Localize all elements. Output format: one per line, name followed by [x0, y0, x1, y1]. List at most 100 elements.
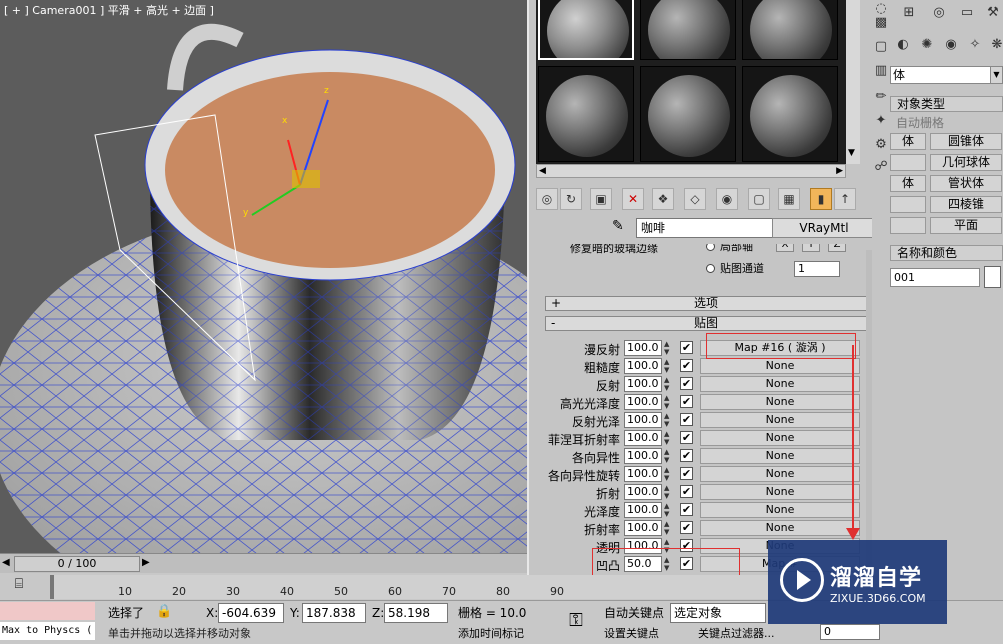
timeline-prev-icon[interactable]: ◀ — [2, 557, 10, 568]
map-amount-input[interactable]: 100.0 — [624, 358, 662, 374]
dropdown-arrow-icon[interactable]: ▼ — [990, 66, 1003, 84]
put-to-library-icon[interactable]: ◉ — [716, 188, 738, 210]
object-type-button-right[interactable]: 四棱锥 — [930, 196, 1002, 213]
shapes-icon[interactable]: ◐ — [894, 36, 912, 54]
object-type-button-right[interactable]: 管状体 — [930, 175, 1002, 192]
object-type-button-right[interactable]: 几何球体 — [930, 154, 1002, 171]
slots-vertical-scrollbar[interactable]: ▼ — [846, 0, 860, 164]
spinner-icon[interactable]: ▲ ▼ — [664, 358, 672, 374]
panel-icon-5[interactable]: ✏ — [872, 88, 890, 106]
object-type-button-right[interactable]: 平面 — [930, 217, 1002, 234]
create-icon[interactable]: ⊞ — [900, 4, 918, 22]
map-slot-button[interactable]: None — [700, 448, 860, 464]
make-unique-icon[interactable]: ◇ — [684, 188, 706, 210]
material-slot-5[interactable] — [640, 66, 736, 162]
map-enable-checkbox[interactable]: ✔ — [680, 449, 693, 462]
add-time-tag-button[interactable]: 添加时间标记 — [458, 624, 524, 644]
panel-icon-3[interactable]: ▢ — [872, 38, 890, 56]
set-key-button[interactable]: 设置关键点 — [604, 624, 659, 644]
show-map-icon[interactable]: ▦ — [778, 188, 800, 210]
map-amount-input[interactable]: 100.0 — [624, 394, 662, 410]
map-slot-button[interactable]: None — [700, 376, 860, 392]
axis-y-button[interactable]: Y — [802, 244, 820, 252]
material-type-button[interactable]: VRayMtl — [772, 218, 876, 238]
map-enable-checkbox[interactable]: ✔ — [680, 521, 693, 534]
go-to-parent-icon[interactable]: ↑ — [834, 188, 856, 210]
map-enable-checkbox[interactable]: ✔ — [680, 377, 693, 390]
z-coordinate-input[interactable]: 58.198 — [384, 603, 448, 623]
spinner-icon[interactable]: ▲ ▼ — [664, 484, 672, 500]
auto-key-button[interactable]: 自动关键点 — [604, 603, 664, 623]
map-amount-input[interactable]: 100.0 — [624, 502, 662, 518]
reset-map-icon[interactable]: ✕ — [622, 188, 644, 210]
key-filters-button[interactable]: 关键点过滤器... — [698, 624, 775, 644]
get-material-icon[interactable]: ◎ — [536, 188, 558, 210]
map-slot-button[interactable]: None — [700, 520, 860, 536]
script-listener-pink[interactable] — [0, 602, 95, 620]
map-amount-input[interactable]: 100.0 — [624, 484, 662, 500]
axis-x-button[interactable]: X — [776, 244, 794, 252]
systems-icon[interactable]: ❋ — [988, 36, 1003, 54]
hierarchy-icon[interactable]: ◎ — [930, 4, 948, 22]
object-type-header[interactable]: 对象类型 — [890, 96, 1003, 112]
time-cursor[interactable] — [50, 575, 54, 599]
selection-set-dropdown[interactable]: 选定对象 — [670, 603, 766, 623]
scroll-right-icon[interactable]: ▶ — [836, 165, 843, 177]
spinner-icon[interactable]: ▲ ▼ — [664, 520, 672, 536]
object-type-button-left[interactable] — [890, 217, 926, 234]
map-slot-button[interactable]: None — [700, 358, 860, 374]
map-slot-button[interactable]: None — [700, 430, 860, 446]
material-slot-6[interactable] — [742, 66, 838, 162]
map-enable-checkbox[interactable]: ✔ — [680, 431, 693, 444]
object-type-button-left[interactable]: 体 — [890, 175, 926, 192]
lock-selection-icon[interactable]: 🔒 — [156, 604, 172, 619]
timeline-ruler[interactable]: 10 20 30 40 50 60 70 80 90 — [50, 575, 780, 599]
utilities-icon[interactable]: ⚒ — [984, 4, 1002, 22]
spinner-icon[interactable]: ▲ ▼ — [664, 376, 672, 392]
object-type-button-left[interactable]: 体 — [890, 133, 926, 150]
put-to-scene-icon[interactable]: ↻ — [560, 188, 582, 210]
map-enable-checkbox[interactable]: ✔ — [680, 503, 693, 516]
radio-local-axis[interactable] — [706, 244, 715, 251]
assign-material-icon[interactable]: ▣ — [590, 188, 612, 210]
spinner-icon[interactable]: ▲ ▼ — [664, 394, 672, 410]
auto-grid-label[interactable]: 自动栅格 — [896, 114, 944, 131]
map-amount-input[interactable]: 100.0 — [624, 520, 662, 536]
material-slot-2[interactable] — [640, 0, 736, 60]
axis-z-button[interactable]: Z — [828, 244, 846, 252]
map-enable-checkbox[interactable]: ✔ — [680, 413, 693, 426]
helpers-icon[interactable]: ✧ — [966, 36, 984, 54]
panel-icon-8[interactable]: ☍ — [872, 158, 890, 176]
rollout-maps-header[interactable]: - 贴图 — [545, 316, 866, 331]
category-dropdown[interactable]: 体 — [890, 66, 998, 84]
material-id-icon[interactable]: ▢ — [748, 188, 770, 210]
map-enable-checkbox[interactable]: ✔ — [680, 341, 693, 354]
map-amount-input[interactable]: 100.0 — [624, 466, 662, 482]
current-frame-input[interactable]: 0 — [820, 624, 880, 640]
rollout-options-header[interactable]: + 选项 — [545, 296, 866, 311]
panel-icon-4[interactable]: ▥ — [872, 62, 890, 80]
map-amount-input[interactable]: 100.0 — [624, 376, 662, 392]
panel-icon-6[interactable]: ✦ — [872, 112, 890, 130]
spinner-icon[interactable]: ▲ ▼ — [664, 448, 672, 464]
spinner-icon[interactable]: ▲ ▼ — [664, 466, 672, 482]
display-icon[interactable]: ▭ — [958, 4, 976, 22]
spinner-icon[interactable]: ▲ ▼ — [664, 340, 672, 356]
key-icon[interactable]: ⚿ — [556, 604, 596, 638]
name-color-header[interactable]: 名称和颜色 — [890, 245, 1003, 261]
panel-icon-2[interactable]: ▩ — [872, 14, 890, 32]
spinner-icon[interactable]: ▲ ▼ — [664, 502, 672, 518]
map-enable-checkbox[interactable]: ✔ — [680, 467, 693, 480]
map-amount-input[interactable]: 100.0 — [624, 448, 662, 464]
script-listener-white[interactable]: Max to Physcs ( — [0, 622, 95, 640]
slots-horizontal-scrollbar[interactable]: ◀ ▶ — [536, 164, 846, 178]
pick-material-icon[interactable]: ✎ — [612, 218, 624, 234]
scroll-left-icon[interactable]: ◀ — [539, 165, 546, 177]
object-color-swatch[interactable] — [984, 266, 1001, 288]
mini-curve-editor-icon[interactable]: ⌸ — [6, 576, 32, 598]
object-name-input[interactable]: 001 — [890, 268, 980, 287]
spinner-icon[interactable]: ▲ ▼ — [664, 430, 672, 446]
radio-map-channel[interactable] — [706, 264, 715, 273]
show-end-result-icon[interactable]: ▮ — [810, 188, 832, 210]
map-amount-input[interactable]: 100.0 — [624, 340, 662, 356]
